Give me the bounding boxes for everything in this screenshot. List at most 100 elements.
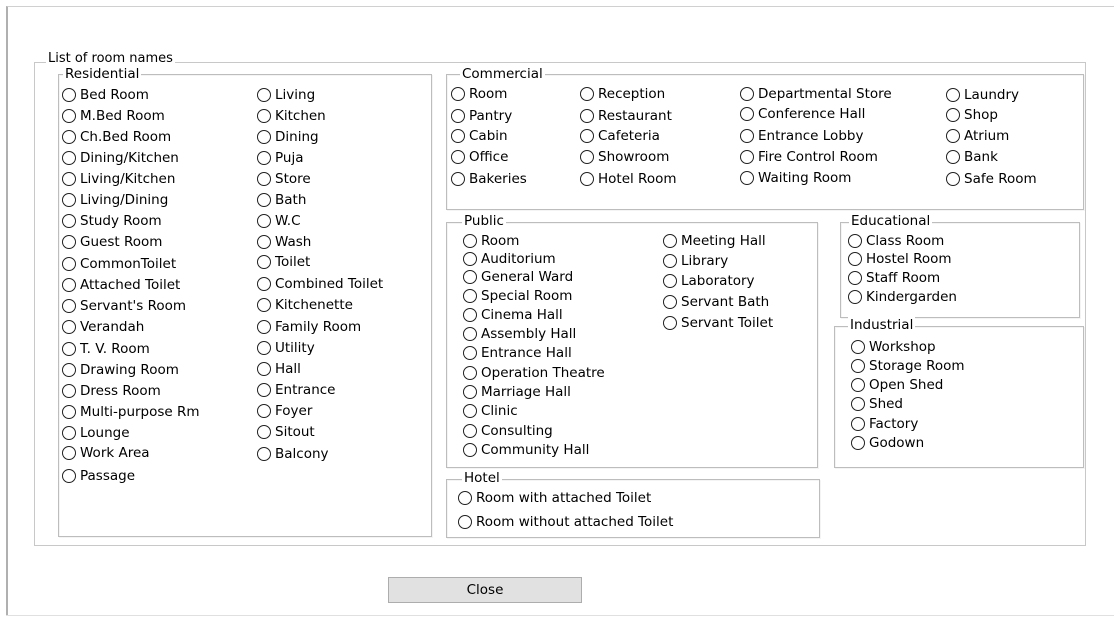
commercial-option[interactable]: Fire Control Room bbox=[740, 147, 878, 167]
commercial-option[interactable]: Atrium bbox=[946, 126, 1009, 146]
hotel-option[interactable]: Room with attached Toilet bbox=[458, 488, 651, 508]
educational-option[interactable]: Kindergarden bbox=[848, 287, 957, 307]
residential-option[interactable]: Guest Room bbox=[62, 232, 162, 252]
residential-option[interactable]: Ch.Bed Room bbox=[62, 127, 171, 147]
residential-option[interactable]: Store bbox=[257, 169, 311, 189]
residential-option[interactable]: M.Bed Room bbox=[62, 106, 165, 126]
public-option[interactable]: Servant Bath bbox=[663, 292, 769, 312]
public-option[interactable]: Cinema Hall bbox=[463, 305, 563, 325]
option-label: Servant's Room bbox=[80, 298, 187, 314]
option-label: Room bbox=[469, 86, 508, 102]
commercial-option[interactable]: Room bbox=[451, 84, 507, 104]
public-option[interactable]: Community Hall bbox=[463, 440, 589, 460]
close-button[interactable]: Close bbox=[388, 577, 582, 603]
residential-option[interactable]: Bath bbox=[257, 190, 306, 210]
residential-option[interactable]: Balcony bbox=[257, 444, 329, 464]
residential-option[interactable]: Sitout bbox=[257, 422, 315, 442]
residential-option[interactable]: Toilet bbox=[257, 252, 310, 272]
option-label: Multi-purpose Rm bbox=[80, 404, 200, 420]
commercial-option[interactable]: Pantry bbox=[451, 106, 512, 126]
residential-option[interactable]: Wash bbox=[257, 232, 311, 252]
educational-option[interactable]: Staff Room bbox=[848, 268, 940, 288]
residential-option[interactable]: Multi-purpose Rm bbox=[62, 402, 200, 422]
residential-option[interactable]: Passage bbox=[62, 466, 135, 486]
commercial-option[interactable]: Reception bbox=[580, 84, 665, 104]
residential-option[interactable]: Study Room bbox=[62, 211, 162, 231]
residential-option[interactable]: Lounge bbox=[62, 423, 130, 443]
commercial-option[interactable]: Restaurant bbox=[580, 106, 672, 126]
educational-option[interactable]: Class Room bbox=[848, 231, 944, 251]
public-title: Public bbox=[462, 213, 506, 229]
industrial-option[interactable]: Storage Room bbox=[851, 356, 965, 376]
residential-option[interactable]: Entrance bbox=[257, 380, 336, 400]
option-label: Bank bbox=[964, 149, 998, 165]
commercial-option[interactable]: Waiting Room bbox=[740, 168, 851, 188]
public-option[interactable]: Servant Toilet bbox=[663, 313, 773, 333]
commercial-option[interactable]: Hotel Room bbox=[580, 169, 677, 189]
radio-circle-icon bbox=[463, 424, 477, 438]
public-option[interactable]: Special Room bbox=[463, 286, 572, 306]
commercial-option[interactable]: Showroom bbox=[580, 147, 669, 167]
public-option[interactable]: General Ward bbox=[463, 267, 573, 287]
commercial-option[interactable]: Safe Room bbox=[946, 169, 1037, 189]
residential-option[interactable]: Dining/Kitchen bbox=[62, 148, 179, 168]
commercial-option[interactable]: Office bbox=[451, 147, 508, 167]
commercial-option[interactable]: Departmental Store bbox=[740, 84, 892, 104]
industrial-option[interactable]: Workshop bbox=[851, 337, 936, 357]
option-label: Passage bbox=[80, 468, 136, 484]
residential-option[interactable]: Servant's Room bbox=[62, 296, 186, 316]
option-label: Wash bbox=[275, 234, 312, 250]
residential-option[interactable]: Family Room bbox=[257, 317, 361, 337]
public-option[interactable]: Meeting Hall bbox=[663, 231, 766, 251]
residential-option[interactable]: Combined Toilet bbox=[257, 274, 383, 294]
public-option[interactable]: Clinic bbox=[463, 401, 518, 421]
public-option[interactable]: Consulting bbox=[463, 421, 553, 441]
commercial-option[interactable]: Entrance Lobby bbox=[740, 126, 863, 146]
residential-option[interactable]: Hall bbox=[257, 359, 301, 379]
residential-option[interactable]: Kitchenette bbox=[257, 295, 353, 315]
residential-option[interactable]: Kitchen bbox=[257, 106, 326, 126]
option-label: Foyer bbox=[275, 403, 313, 419]
public-option[interactable]: Marriage Hall bbox=[463, 382, 571, 402]
commercial-option[interactable]: Bakeries bbox=[451, 169, 527, 189]
public-option[interactable]: Laboratory bbox=[663, 271, 755, 291]
industrial-option[interactable]: Factory bbox=[851, 414, 918, 434]
residential-option[interactable]: Attached Toilet bbox=[62, 275, 180, 295]
residential-option[interactable]: T. V. Room bbox=[62, 339, 150, 359]
industrial-option[interactable]: Shed bbox=[851, 394, 903, 414]
residential-option[interactable]: Puja bbox=[257, 148, 303, 168]
commercial-option[interactable]: Cabin bbox=[451, 126, 508, 146]
residential-option[interactable]: Drawing Room bbox=[62, 360, 179, 380]
educational-option[interactable]: Hostel Room bbox=[848, 249, 952, 269]
residential-option[interactable]: Bed Room bbox=[62, 85, 149, 105]
public-option[interactable]: Assembly Hall bbox=[463, 324, 576, 344]
commercial-option[interactable]: Laundry bbox=[946, 85, 1019, 105]
industrial-option[interactable]: Godown bbox=[851, 433, 924, 453]
hotel-option[interactable]: Room without attached Toilet bbox=[458, 512, 673, 532]
commercial-option[interactable]: Conference Hall bbox=[740, 104, 865, 124]
commercial-option[interactable]: Bank bbox=[946, 147, 998, 167]
residential-option[interactable]: Verandah bbox=[62, 317, 144, 337]
residential-option[interactable]: Living/Dining bbox=[62, 190, 168, 210]
residential-option[interactable]: Living/Kitchen bbox=[62, 169, 175, 189]
public-option[interactable]: Operation Theatre bbox=[463, 363, 605, 383]
public-option[interactable]: Room bbox=[463, 231, 519, 251]
public-option[interactable]: Entrance Hall bbox=[463, 343, 572, 363]
residential-option[interactable]: W.C bbox=[257, 211, 301, 231]
radio-circle-icon bbox=[463, 234, 477, 248]
public-option[interactable]: Library bbox=[663, 251, 728, 271]
residential-option[interactable]: Utility bbox=[257, 338, 315, 358]
residential-option[interactable]: Foyer bbox=[257, 401, 312, 421]
public-option[interactable]: Auditorium bbox=[463, 249, 556, 269]
commercial-option[interactable]: Cafeteria bbox=[580, 126, 660, 146]
industrial-option[interactable]: Open Shed bbox=[851, 375, 943, 395]
commercial-option[interactable]: Shop bbox=[946, 105, 998, 125]
option-label: Kitchenette bbox=[275, 297, 353, 313]
residential-option[interactable]: Living bbox=[257, 85, 315, 105]
option-label: Work Area bbox=[80, 445, 150, 461]
option-label: Pantry bbox=[469, 108, 513, 124]
residential-option[interactable]: Dining bbox=[257, 127, 319, 147]
residential-option[interactable]: CommonToilet bbox=[62, 254, 176, 274]
residential-option[interactable]: Dress Room bbox=[62, 381, 161, 401]
residential-option[interactable]: Work Area bbox=[62, 443, 150, 463]
